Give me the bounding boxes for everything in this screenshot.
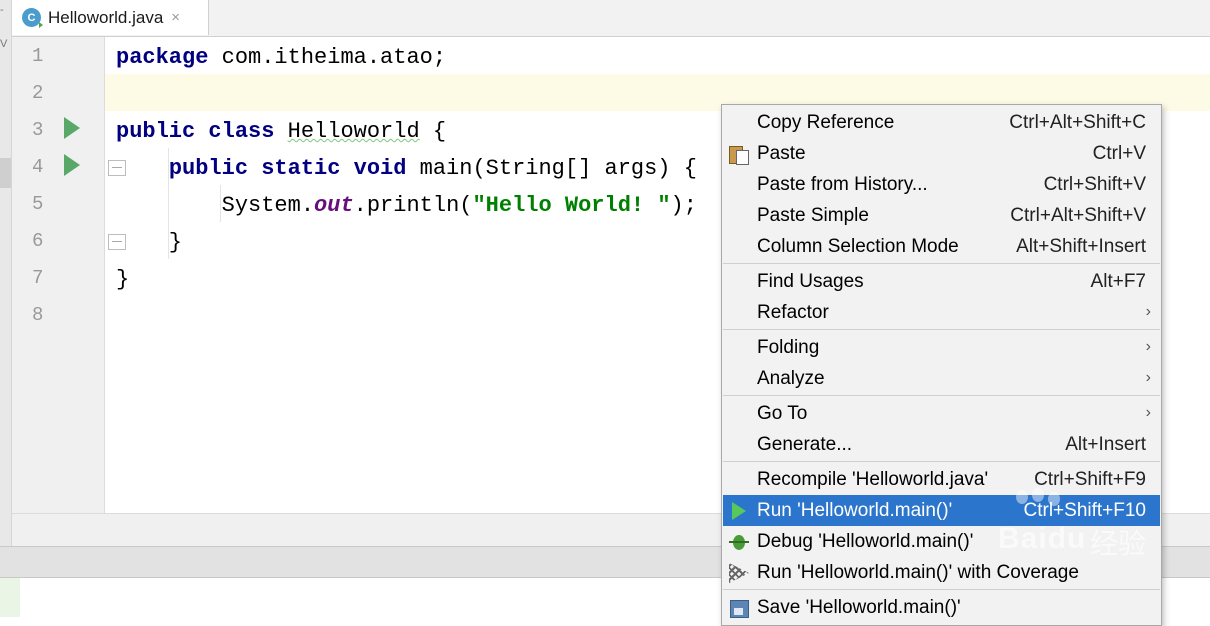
string-literal: "Hello World! " bbox=[472, 193, 671, 218]
line-number: 1 bbox=[32, 45, 44, 67]
code-line-4[interactable]: public static void main(String[] args) { bbox=[116, 150, 697, 187]
menu-item-label: Folding bbox=[757, 337, 820, 358]
menu-item-run[interactable]: Run 'Helloworld.main()' Ctrl+Shift+F10 bbox=[723, 495, 1160, 526]
menu-item-shortcut: Ctrl+Alt+Shift+C bbox=[1009, 112, 1146, 133]
menu-item-shortcut: Ctrl+Shift+F9 bbox=[1034, 469, 1146, 490]
bottom-panel-marker bbox=[0, 578, 20, 617]
code-line-3[interactable]: public class Helloworld { bbox=[116, 113, 446, 150]
code-text: main(String[] args) { bbox=[406, 156, 697, 181]
code-text: { bbox=[419, 119, 447, 144]
menu-item-copy-reference[interactable]: Copy Reference Ctrl+Alt+Shift+C bbox=[723, 107, 1160, 138]
menu-item-shortcut: Ctrl+Shift+V bbox=[1043, 174, 1146, 195]
menu-item-label: Recompile 'Helloworld.java' bbox=[757, 469, 989, 490]
menu-item-label: Column Selection Mode bbox=[757, 236, 959, 257]
tool-strip-mark: V bbox=[0, 38, 8, 50]
menu-separator bbox=[723, 461, 1160, 462]
submenu-arrow-icon: › bbox=[1145, 338, 1151, 355]
menu-item-label: Paste Simple bbox=[757, 205, 869, 226]
editor-gutter: 1 2 3 4 5 6 7 8 bbox=[12, 37, 126, 513]
menu-item-label: Go To bbox=[757, 403, 808, 424]
tab-helloworld-java[interactable]: C Helloworld.java × bbox=[12, 0, 209, 35]
code-text: System. bbox=[221, 193, 315, 218]
menu-item-label: Run 'Helloworld.main()' bbox=[757, 500, 953, 521]
java-class-icon: C bbox=[22, 8, 43, 28]
menu-item-paste-from-history[interactable]: Paste from History... Ctrl+Shift+V bbox=[723, 169, 1160, 200]
menu-separator bbox=[723, 395, 1160, 396]
code-line-7[interactable]: } bbox=[116, 261, 129, 298]
menu-item-paste[interactable]: Paste Ctrl+V bbox=[723, 138, 1160, 169]
line-number: 6 bbox=[32, 230, 44, 252]
menu-item-shortcut: Ctrl+Alt+Shift+V bbox=[1010, 205, 1146, 226]
coverage-icon bbox=[729, 563, 749, 583]
menu-item-analyze[interactable]: Analyze › bbox=[723, 363, 1160, 394]
code-line-5[interactable]: System.out.println("Hello World! "); bbox=[116, 187, 697, 224]
submenu-arrow-icon: › bbox=[1145, 404, 1151, 421]
left-tool-strip: - V bbox=[0, 0, 12, 616]
menu-item-save[interactable]: Save 'Helloworld.main()' bbox=[723, 592, 1160, 623]
submenu-arrow-icon: › bbox=[1145, 369, 1151, 386]
menu-separator bbox=[723, 263, 1160, 264]
menu-item-shortcut: Alt+Shift+Insert bbox=[1016, 236, 1146, 257]
code-text: .println( bbox=[353, 193, 473, 218]
menu-item-find-usages[interactable]: Find Usages Alt+F7 bbox=[723, 266, 1160, 297]
line-number: 2 bbox=[32, 82, 44, 104]
line-number: 7 bbox=[32, 267, 44, 289]
code-line-1[interactable]: package com.itheima.atao; bbox=[116, 39, 446, 76]
context-menu: Copy Reference Ctrl+Alt+Shift+C Paste Ct… bbox=[721, 104, 1162, 626]
run-gutter-icon[interactable] bbox=[64, 117, 80, 139]
code-text: } bbox=[116, 230, 183, 255]
code-line-6[interactable]: } bbox=[116, 224, 182, 261]
run-gutter-icon[interactable] bbox=[64, 154, 80, 176]
menu-item-label: Run 'Helloworld.main()' with Coverage bbox=[757, 562, 1079, 583]
menu-separator bbox=[723, 589, 1160, 590]
menu-item-label: Paste from History... bbox=[757, 174, 928, 195]
menu-item-refactor[interactable]: Refactor › bbox=[723, 297, 1160, 328]
menu-separator bbox=[723, 329, 1160, 330]
line-number: 3 bbox=[32, 119, 44, 141]
submenu-arrow-icon: › bbox=[1145, 303, 1151, 320]
paste-icon bbox=[729, 144, 749, 165]
code-text: ); bbox=[670, 193, 697, 218]
class-name: Helloworld bbox=[287, 119, 420, 144]
tool-strip-mark: - bbox=[0, 4, 4, 16]
menu-item-label: Copy Reference bbox=[757, 112, 895, 133]
menu-item-label: Debug 'Helloworld.main()' bbox=[757, 531, 974, 552]
menu-item-generate[interactable]: Generate... Alt+Insert bbox=[723, 429, 1160, 460]
menu-item-paste-simple[interactable]: Paste Simple Ctrl+Alt+Shift+V bbox=[723, 200, 1160, 231]
close-icon[interactable]: × bbox=[171, 9, 180, 26]
menu-item-column-selection-mode[interactable]: Column Selection Mode Alt+Shift+Insert bbox=[723, 231, 1160, 262]
menu-item-label: Generate... bbox=[757, 434, 853, 455]
menu-item-label: Paste bbox=[757, 143, 806, 164]
line-number: 4 bbox=[32, 156, 44, 178]
menu-item-label: Analyze bbox=[757, 368, 825, 389]
save-icon bbox=[729, 598, 749, 618]
line-number: 5 bbox=[32, 193, 44, 215]
keyword: public class bbox=[116, 119, 275, 144]
menu-item-shortcut: Alt+Insert bbox=[1065, 434, 1146, 455]
tab-title: Helloworld.java bbox=[48, 7, 164, 27]
debug-bug-icon bbox=[729, 532, 749, 552]
menu-item-shortcut: Ctrl+V bbox=[1092, 143, 1146, 164]
menu-item-debug[interactable]: Debug 'Helloworld.main()' bbox=[723, 526, 1160, 557]
menu-item-shortcut: Ctrl+Shift+F10 bbox=[1023, 500, 1147, 521]
static-field: out bbox=[314, 193, 354, 218]
keyword: package bbox=[116, 45, 209, 70]
line-number: 8 bbox=[32, 304, 44, 326]
menu-item-run-with-coverage[interactable]: Run 'Helloworld.main()' with Coverage bbox=[723, 557, 1160, 588]
menu-item-go-to[interactable]: Go To › bbox=[723, 398, 1160, 429]
menu-item-label: Refactor bbox=[757, 302, 829, 323]
menu-item-label: Find Usages bbox=[757, 271, 864, 292]
keyword: public static void bbox=[168, 156, 407, 181]
tool-strip-selection bbox=[0, 158, 11, 188]
code-text: } bbox=[116, 267, 130, 292]
menu-item-recompile[interactable]: Recompile 'Helloworld.java' Ctrl+Shift+F… bbox=[723, 464, 1160, 495]
menu-item-shortcut: Alt+F7 bbox=[1090, 271, 1146, 292]
menu-item-folding[interactable]: Folding › bbox=[723, 332, 1160, 363]
code-text: com.itheima.atao; bbox=[208, 45, 447, 70]
run-icon bbox=[732, 502, 746, 520]
